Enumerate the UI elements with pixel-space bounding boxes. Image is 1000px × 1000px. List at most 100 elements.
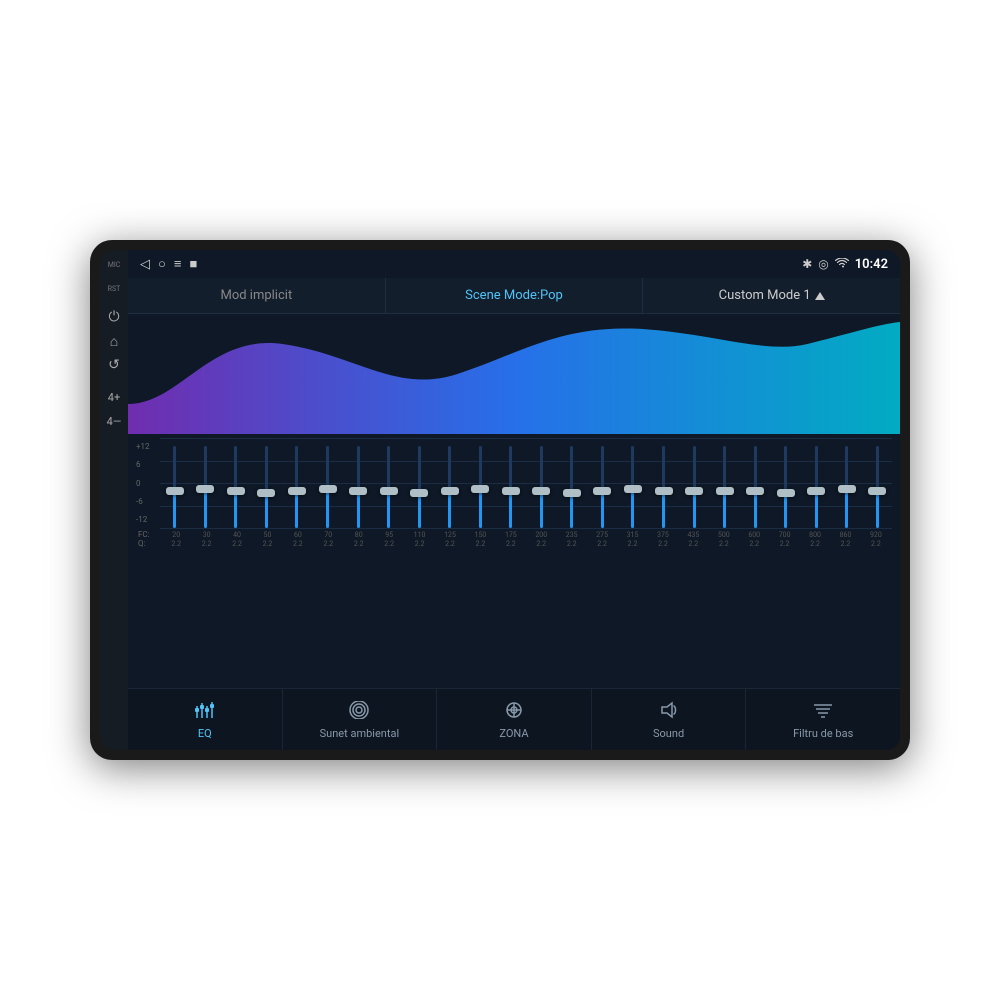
vol-up-button[interactable]: 4+ bbox=[105, 388, 123, 406]
slider-col-80[interactable] bbox=[343, 446, 373, 528]
slider-col-40[interactable] bbox=[221, 446, 251, 528]
slider-col-150[interactable] bbox=[465, 446, 495, 528]
slider-col-50[interactable] bbox=[252, 446, 282, 528]
slider-col-175[interactable] bbox=[496, 446, 526, 528]
slider-thumb-125[interactable] bbox=[441, 487, 459, 495]
mode-tab-custom[interactable]: Custom Mode 1 bbox=[643, 278, 900, 313]
mode-tab-scene[interactable]: Scene Mode:Pop bbox=[386, 278, 644, 313]
slider-col-600[interactable] bbox=[740, 446, 770, 528]
fc-val-70: 70 bbox=[314, 531, 342, 539]
slider-col-315[interactable] bbox=[618, 446, 648, 528]
slider-track-200[interactable] bbox=[540, 446, 543, 528]
slider-col-125[interactable] bbox=[435, 446, 465, 528]
slider-thumb-150[interactable] bbox=[471, 485, 489, 493]
slider-track-95[interactable] bbox=[387, 446, 390, 528]
slider-col-30[interactable] bbox=[191, 446, 221, 528]
vol-down-button[interactable]: 4— bbox=[105, 412, 123, 430]
slider-track-70[interactable] bbox=[326, 446, 329, 528]
slider-thumb-70[interactable] bbox=[319, 485, 337, 493]
slider-track-30[interactable] bbox=[204, 446, 207, 528]
nav-item-sound[interactable]: Sound bbox=[592, 689, 747, 750]
slider-col-110[interactable] bbox=[404, 446, 434, 528]
nav-square-button[interactable]: ■ bbox=[189, 256, 197, 272]
slider-thumb-175[interactable] bbox=[502, 487, 520, 495]
bottom-nav: EQ Sunet ambiental bbox=[128, 688, 900, 750]
slider-col-60[interactable] bbox=[282, 446, 312, 528]
slider-track-50[interactable] bbox=[265, 446, 268, 528]
slider-thumb-20[interactable] bbox=[166, 487, 184, 495]
fc-val-700: 700 bbox=[770, 531, 798, 539]
slider-col-500[interactable] bbox=[710, 446, 740, 528]
nav-back-button[interactable]: ◁ bbox=[140, 257, 150, 272]
slider-col-435[interactable] bbox=[679, 446, 709, 528]
slider-col-200[interactable] bbox=[527, 446, 557, 528]
slider-track-700[interactable] bbox=[784, 446, 787, 528]
slider-track-80[interactable] bbox=[357, 446, 360, 528]
nav-item-ambient[interactable]: Sunet ambiental bbox=[283, 689, 438, 750]
q-val-700: 2.2 bbox=[770, 540, 798, 548]
slider-thumb-700[interactable] bbox=[777, 489, 795, 497]
slider-track-920[interactable] bbox=[876, 446, 879, 528]
nav-item-eq[interactable]: EQ bbox=[128, 689, 283, 750]
slider-thumb-50[interactable] bbox=[257, 489, 275, 497]
slider-track-40[interactable] bbox=[234, 446, 237, 528]
slider-track-600[interactable] bbox=[754, 446, 757, 528]
nav-item-bass[interactable]: Filtru de bas bbox=[746, 689, 900, 750]
slider-track-860[interactable] bbox=[845, 446, 848, 528]
slider-track-20[interactable] bbox=[173, 446, 176, 528]
slider-thumb-200[interactable] bbox=[532, 487, 550, 495]
slider-track-315[interactable] bbox=[631, 446, 634, 528]
slider-col-920[interactable] bbox=[863, 446, 893, 528]
sliders-main bbox=[160, 438, 892, 528]
slider-col-70[interactable] bbox=[313, 446, 343, 528]
slider-thumb-40[interactable] bbox=[227, 487, 245, 495]
slider-thumb-315[interactable] bbox=[624, 485, 642, 493]
slider-fill-275 bbox=[601, 491, 604, 528]
slider-thumb-60[interactable] bbox=[288, 487, 306, 495]
slider-track-800[interactable] bbox=[815, 446, 818, 528]
slider-col-375[interactable] bbox=[649, 446, 679, 528]
power-button[interactable]: ⏻ bbox=[105, 308, 123, 326]
slider-track-175[interactable] bbox=[509, 446, 512, 528]
mode-tab-default[interactable]: Mod implicit bbox=[128, 278, 386, 313]
slider-col-800[interactable] bbox=[801, 446, 831, 528]
slider-col-860[interactable] bbox=[832, 446, 862, 528]
slider-col-235[interactable] bbox=[557, 446, 587, 528]
slider-track-375[interactable] bbox=[662, 446, 665, 528]
slider-thumb-920[interactable] bbox=[868, 487, 886, 495]
clock: 10:42 bbox=[855, 257, 888, 272]
slider-track-150[interactable] bbox=[479, 446, 482, 528]
slider-track-500[interactable] bbox=[723, 446, 726, 528]
home-button[interactable]: ⌂ bbox=[105, 332, 123, 350]
slider-track-110[interactable] bbox=[418, 446, 421, 528]
q-val-30: 2.2 bbox=[192, 540, 220, 548]
slider-thumb-80[interactable] bbox=[349, 487, 367, 495]
slider-track-125[interactable] bbox=[448, 446, 451, 528]
slider-track-235[interactable] bbox=[570, 446, 573, 528]
nav-menu-button[interactable]: ≡ bbox=[174, 256, 182, 272]
slider-thumb-500[interactable] bbox=[716, 487, 734, 495]
slider-thumb-95[interactable] bbox=[380, 487, 398, 495]
slider-fill-150 bbox=[479, 489, 482, 528]
slider-thumb-235[interactable] bbox=[563, 489, 581, 497]
slider-track-275[interactable] bbox=[601, 446, 604, 528]
nav-item-zona[interactable]: ZONA bbox=[437, 689, 592, 750]
back-button[interactable]: ↺ bbox=[105, 356, 123, 374]
nav-circle-button[interactable]: ○ bbox=[158, 256, 166, 272]
slider-thumb-30[interactable] bbox=[196, 485, 214, 493]
slider-track-435[interactable] bbox=[693, 446, 696, 528]
slider-thumb-800[interactable] bbox=[807, 487, 825, 495]
slider-col-275[interactable] bbox=[588, 446, 618, 528]
slider-track-60[interactable] bbox=[295, 446, 298, 528]
slider-thumb-110[interactable] bbox=[410, 489, 428, 497]
slider-thumb-860[interactable] bbox=[838, 485, 856, 493]
slider-thumb-435[interactable] bbox=[685, 487, 703, 495]
fc-val-125: 125 bbox=[436, 531, 464, 539]
slider-col-95[interactable] bbox=[374, 446, 404, 528]
slider-col-20[interactable] bbox=[160, 446, 190, 528]
slider-col-700[interactable] bbox=[771, 446, 801, 528]
slider-thumb-600[interactable] bbox=[746, 487, 764, 495]
slider-thumb-375[interactable] bbox=[655, 487, 673, 495]
slider-thumb-275[interactable] bbox=[593, 487, 611, 495]
side-button-panel: MIC RST ⏻ ⌂ ↺ 4+ 4— bbox=[100, 250, 128, 750]
